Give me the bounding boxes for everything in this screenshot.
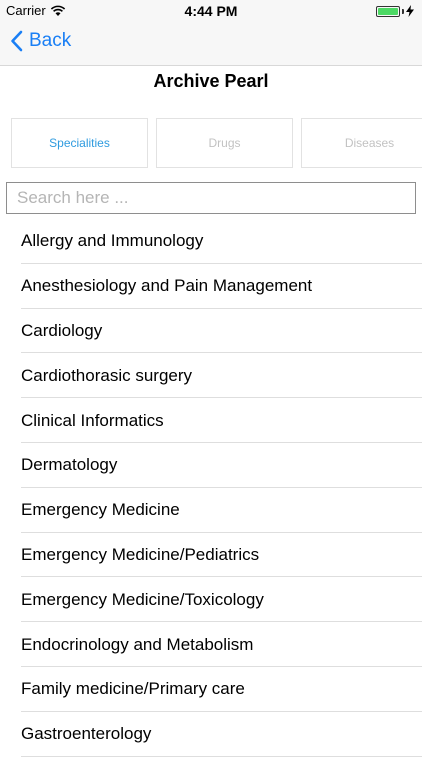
search-input[interactable] <box>7 183 415 213</box>
list-item[interactable]: Cardiology <box>0 309 422 354</box>
chevron-left-icon <box>11 30 23 52</box>
list-item[interactable]: Emergency Medicine <box>0 488 422 533</box>
list-item[interactable]: Dermatology <box>0 443 422 488</box>
battery-icon <box>376 5 400 17</box>
list-item[interactable]: Anesthesiology and Pain Management <box>0 264 422 309</box>
navigation-bar: Back <box>0 22 422 66</box>
tab-specialities[interactable]: Specialities <box>11 118 148 168</box>
tab-drugs[interactable]: Drugs <box>156 118 293 168</box>
back-label: Back <box>29 30 72 51</box>
status-bar: Carrier 4:44 PM <box>0 0 422 22</box>
page-title: Archive Pearl <box>153 71 269 91</box>
charging-bolt-icon <box>406 5 414 17</box>
status-time: 4:44 PM <box>184 3 238 19</box>
search-box <box>6 182 416 214</box>
category-tabs: Specialities Drugs Diseases <box>11 118 422 168</box>
list-item[interactable]: Clinical Informatics <box>0 398 422 443</box>
list-item[interactable]: Allergy and Immunology <box>0 219 422 264</box>
list-item[interactable]: Emergency Medicine/Toxicology <box>0 577 422 622</box>
list-item[interactable]: Family medicine/Primary care <box>0 667 422 712</box>
list-item[interactable]: Endocrinology and Metabolism <box>0 622 422 667</box>
back-button[interactable]: Back <box>10 30 71 52</box>
battery-level <box>378 7 398 15</box>
specialities-list: Allergy and Immunology Anesthesiology an… <box>0 219 422 757</box>
tab-diseases[interactable]: Diseases <box>301 118 422 168</box>
battery-indicator <box>376 5 414 17</box>
battery-tip <box>402 8 404 14</box>
list-item[interactable]: Emergency Medicine/Pediatrics <box>0 533 422 578</box>
list-item[interactable]: Cardiothorasic surgery <box>0 353 422 398</box>
